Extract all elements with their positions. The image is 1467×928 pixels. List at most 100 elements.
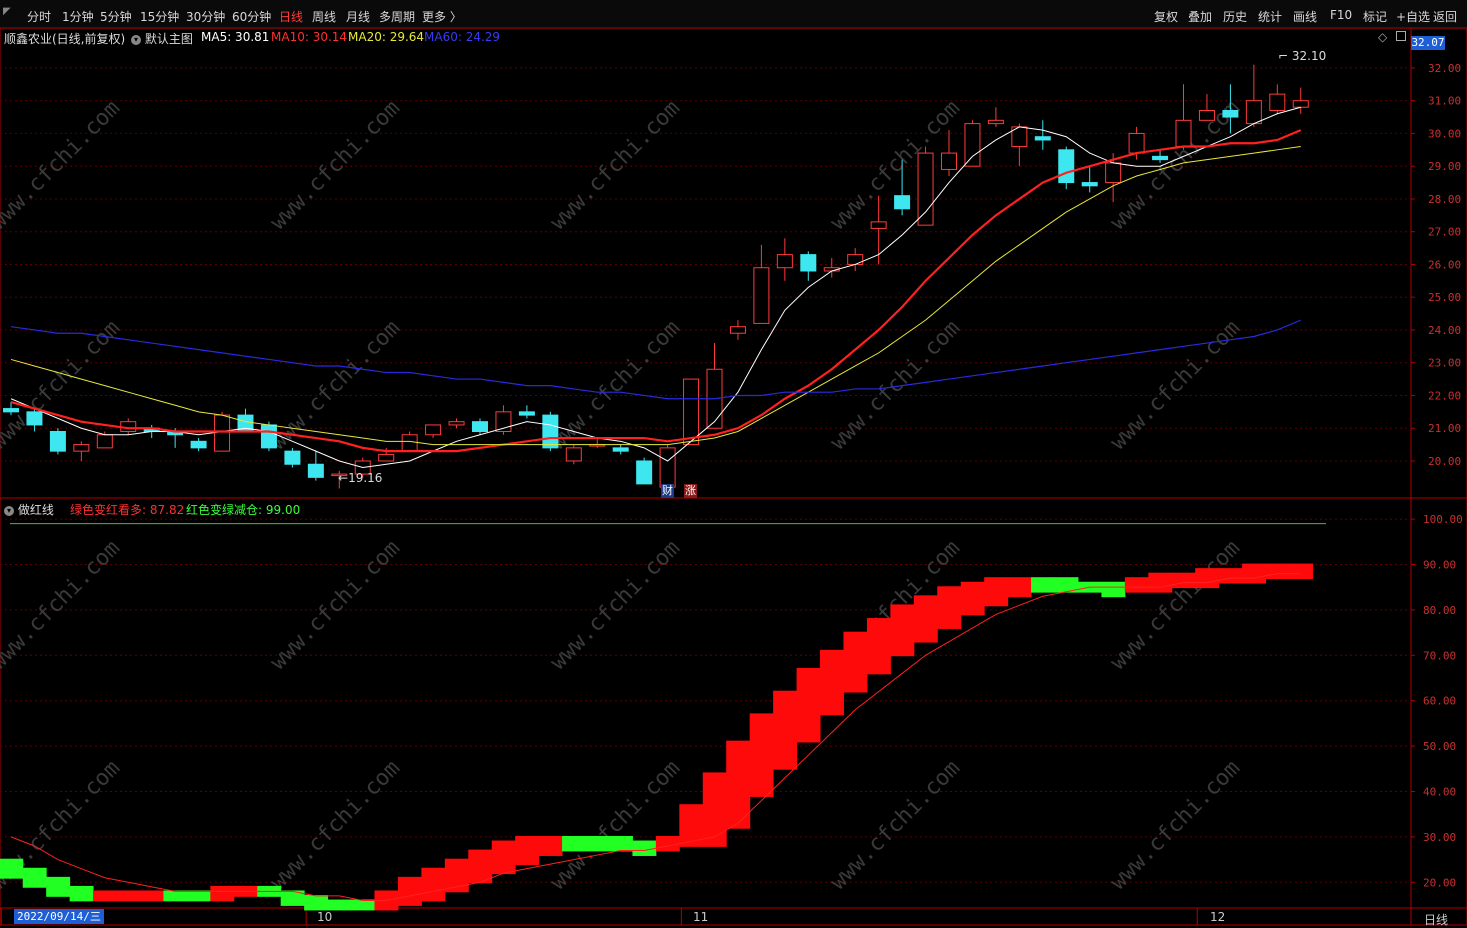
watermark-10: www.cfchi.com xyxy=(0,536,125,675)
candle-body-44 xyxy=(1034,136,1051,141)
ind-tick-4: 60.00 xyxy=(1423,695,1456,708)
red-to-green-label: 红色变绿减仓: 99.00 xyxy=(186,503,301,517)
month-label-12: 12 xyxy=(1210,910,1226,924)
main-tick-4: 24.00 xyxy=(1428,324,1461,337)
candle-body-53 xyxy=(1245,100,1262,125)
main-tick-3: 23.00 xyxy=(1428,357,1461,370)
candle-body-0 xyxy=(3,408,19,413)
candle-body-27 xyxy=(636,460,653,485)
band-step-21 xyxy=(491,840,516,875)
month-label-10: 10 xyxy=(317,910,333,924)
main-tick-0: 20.00 xyxy=(1428,455,1461,468)
band-step-41 xyxy=(960,581,985,616)
candle-body-4 xyxy=(96,434,113,449)
main-tick-1: 21.00 xyxy=(1428,422,1461,435)
band-step-4 xyxy=(93,890,118,902)
watermark-1: www.cfchi.com xyxy=(266,96,405,235)
diamond-icon[interactable]: ◇ xyxy=(1378,30,1387,44)
watermark-19: www.cfchi.com xyxy=(1106,756,1245,895)
candle-body-16 xyxy=(378,453,395,462)
candle-body-39 xyxy=(917,152,934,226)
band-step-15 xyxy=(351,899,375,911)
candle-body-47 xyxy=(1105,162,1122,184)
month-label-11: 11 xyxy=(693,910,709,924)
green-to-red-label: 绿色变红看多: 87.82 xyxy=(70,503,185,517)
candle-body-37 xyxy=(870,221,887,229)
candle-body-52 xyxy=(1222,110,1239,118)
band-step-27 xyxy=(632,840,657,856)
main-tick-9: 29.00 xyxy=(1428,160,1461,173)
ind-tick-2: 40.00 xyxy=(1423,785,1456,798)
low-annotation: ←19.16 xyxy=(338,471,382,485)
band-step-14 xyxy=(327,899,352,911)
watermark-2: www.cfchi.com xyxy=(546,96,685,235)
watermark-16: www.cfchi.com xyxy=(266,756,405,895)
candle-body-18 xyxy=(425,424,442,436)
watermark-18: www.cfchi.com xyxy=(826,756,965,895)
candle-body-26 xyxy=(612,447,629,452)
band-step-2 xyxy=(46,876,71,897)
candle-body-1 xyxy=(26,411,43,426)
band-step-29 xyxy=(679,804,704,847)
main-tick-2: 22.00 xyxy=(1428,389,1461,402)
square-icon[interactable] xyxy=(1396,31,1406,41)
main-tick-8: 28.00 xyxy=(1428,193,1461,206)
candle-body-41 xyxy=(964,123,981,167)
band-step-48 xyxy=(1124,577,1149,593)
main-tick-6: 26.00 xyxy=(1428,258,1461,271)
band-step-28 xyxy=(655,835,680,852)
high-annotation: ⌐ 32.10 xyxy=(1278,49,1326,63)
chevron-down-icon[interactable]: ▾ xyxy=(4,505,14,516)
chevron-down-icon[interactable]: ▾ xyxy=(131,34,141,45)
band-step-37 xyxy=(866,618,891,675)
badge-zhang[interactable]: 涨 xyxy=(684,484,697,498)
indicator-title: 做红线 xyxy=(17,503,54,517)
band-step-17 xyxy=(397,876,422,906)
period-label[interactable]: 日线 xyxy=(1424,911,1448,928)
low-value: 19.16 xyxy=(348,471,383,485)
arrow-left-icon: ← xyxy=(338,471,349,485)
band-step-7 xyxy=(163,890,188,902)
main-tick-12: 32.00 xyxy=(1428,62,1461,75)
candle-body-50 xyxy=(1175,119,1192,148)
main-label[interactable]: ▾ 默认主图 xyxy=(131,30,193,47)
candle-body-23 xyxy=(542,414,559,449)
indicator-name[interactable]: ▾ 做红线 xyxy=(4,501,54,518)
candle-body-48 xyxy=(1128,132,1145,154)
candle-body-24 xyxy=(565,447,582,462)
ind-tick-8: 100.00 xyxy=(1423,513,1463,526)
stock-name[interactable]: 顺鑫农业(日线,前复权) xyxy=(4,30,125,47)
band-step-26 xyxy=(608,835,633,852)
current-price-tag: 32.07 xyxy=(1411,36,1445,50)
ind-tick-0: 20.00 xyxy=(1423,876,1456,889)
band-step-38 xyxy=(890,604,915,657)
candle-body-11 xyxy=(260,424,277,449)
band-step-0 xyxy=(0,858,24,879)
ind-tick-1: 30.00 xyxy=(1423,831,1456,844)
candle-body-33 xyxy=(776,254,793,269)
band-step-42 xyxy=(984,577,1009,607)
band-step-34 xyxy=(796,668,821,743)
badge-cai[interactable]: 财 xyxy=(661,484,674,498)
date-tag: 2022/09/14/三 xyxy=(14,909,104,924)
main-tick-7: 27.00 xyxy=(1428,226,1461,239)
ma20-label: MA20: 29.64 xyxy=(348,30,425,44)
watermark-8: www.cfchi.com xyxy=(826,316,965,455)
candle-body-28 xyxy=(659,447,676,488)
candle-body-40 xyxy=(941,152,957,170)
band-step-8 xyxy=(186,890,211,902)
ind-tick-7: 90.00 xyxy=(1423,558,1456,571)
main-tick-10: 30.00 xyxy=(1428,127,1461,140)
candle-body-13 xyxy=(307,463,324,478)
stock-chart[interactable]: 20.00 21.00 22.00 23.00 24.00 25.00 26.00 27.00… xyxy=(0,0,1467,926)
band-step-47 xyxy=(1101,581,1126,598)
candle-body-45 xyxy=(1058,149,1075,184)
band-step-40 xyxy=(937,586,962,629)
arrow-icon: ⌐ xyxy=(1278,49,1292,63)
candle-body-55 xyxy=(1292,100,1309,108)
band-step-50 xyxy=(1171,572,1196,589)
candle-body-2 xyxy=(49,430,66,452)
ind-tick-5: 70.00 xyxy=(1423,649,1456,662)
band-step-51 xyxy=(1195,568,1220,589)
band-step-49 xyxy=(1148,572,1173,593)
